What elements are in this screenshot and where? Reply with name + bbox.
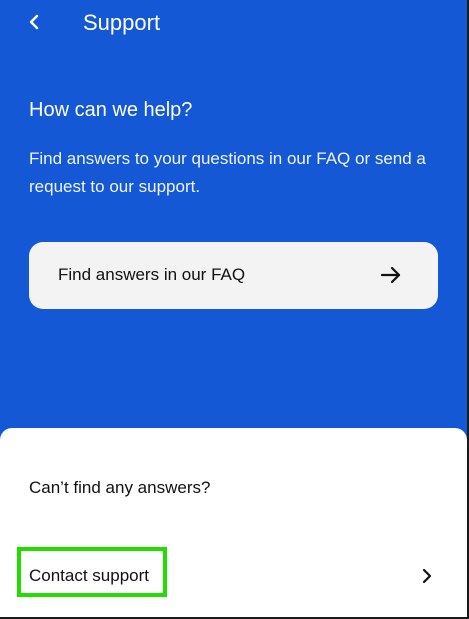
page-title: Support: [83, 10, 161, 35]
faq-button-label: Find answers in our FAQ: [58, 265, 246, 284]
chevron-right-icon: [420, 567, 434, 585]
contact-support-row[interactable]: Contact support: [0, 546, 467, 604]
app-bar: Support: [0, 0, 467, 48]
faq-button[interactable]: Find answers in our FAQ: [29, 242, 438, 309]
help-heading: How can we help?: [29, 99, 193, 121]
arrow-right-icon: [380, 264, 402, 286]
back-button[interactable]: [20, 8, 48, 36]
contact-support-label: Contact support: [29, 566, 150, 585]
help-description: Find answers to your questions in our FA…: [29, 149, 426, 196]
contact-sheet: Can’t find any answers? Contact support: [0, 428, 467, 617]
no-answers-heading: Can’t find any answers?: [29, 478, 211, 497]
support-screen: Support How can we help? Find answers to…: [0, 0, 469, 619]
chevron-left-icon: [27, 13, 41, 31]
